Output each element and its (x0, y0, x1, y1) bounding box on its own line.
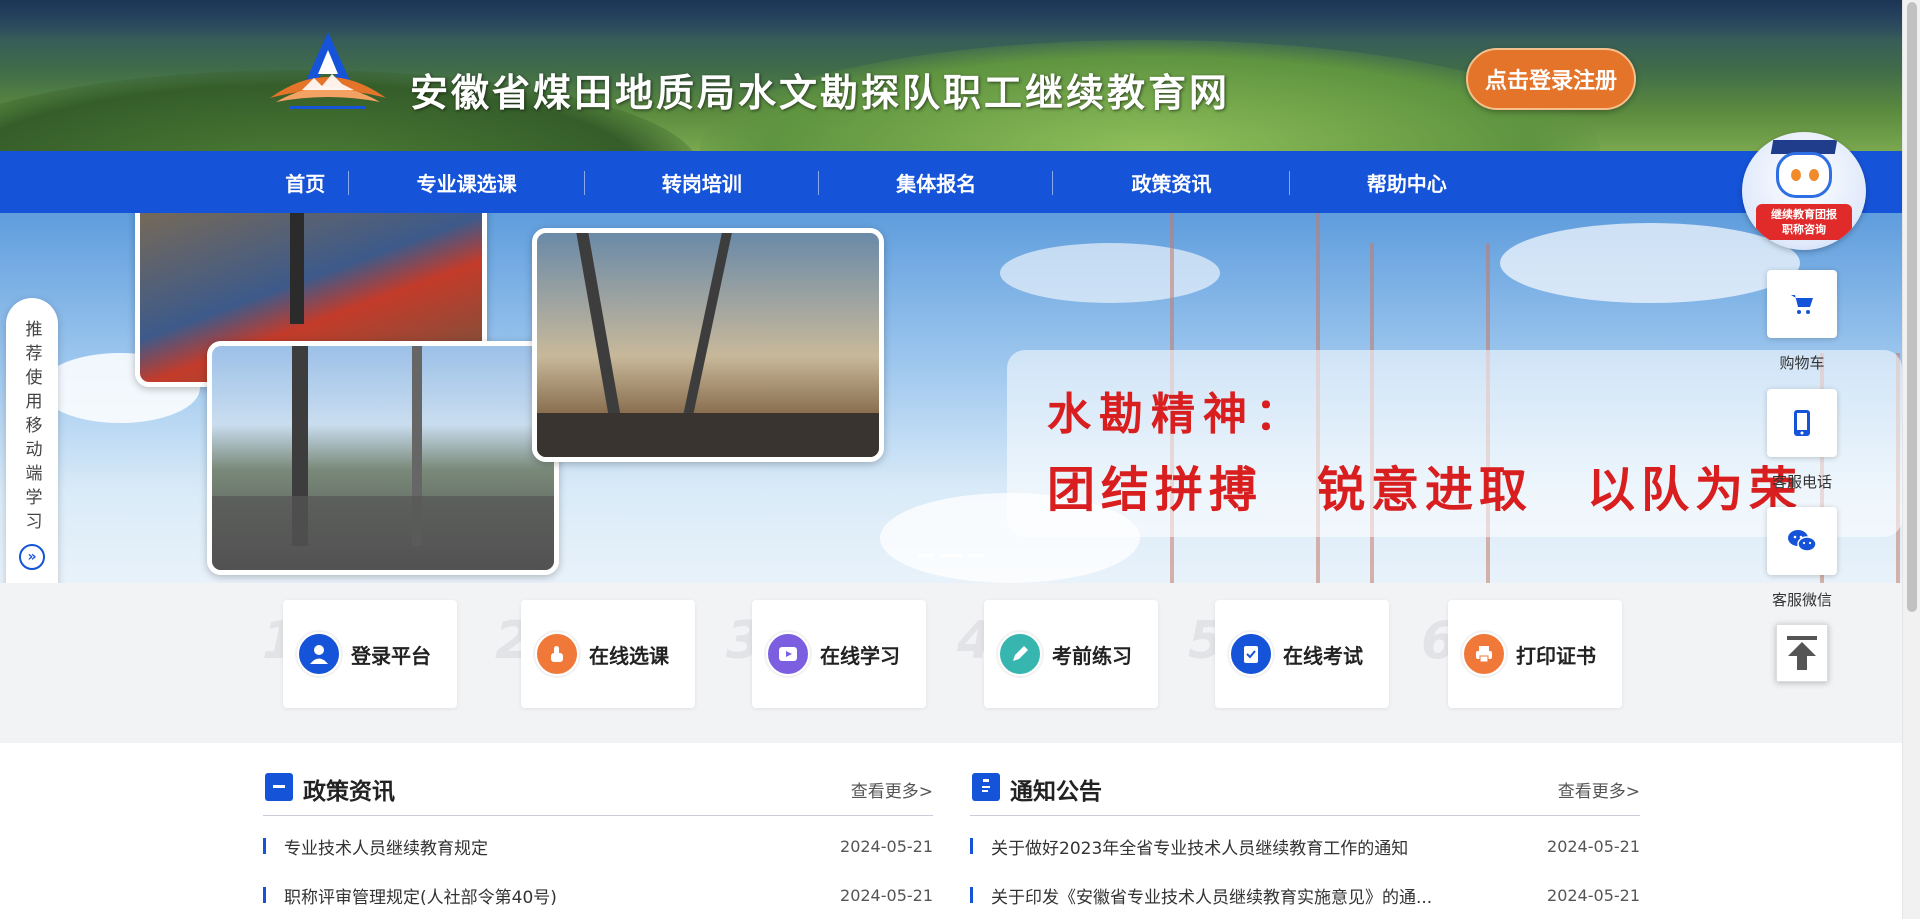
nav-item-home[interactable]: 首页 (262, 151, 349, 213)
slogan-title: 水勘精神： (1047, 389, 1307, 440)
news-item-title[interactable]: 职称评审管理规定(人社部令第40号) (284, 883, 840, 908)
phone-label[interactable]: 客服电话 (1747, 471, 1857, 492)
wechat-icon (1788, 530, 1817, 552)
step-pre-exam-practice[interactable]: 考前练习 (984, 600, 1158, 708)
user-icon (297, 632, 341, 676)
notice-title: 通知公告 (1010, 779, 1102, 805)
step-online-exam[interactable]: 在线考试 (1215, 600, 1389, 708)
news-item-title[interactable]: 关于印发《安徽省专业技术人员继续教育实施意见》的通... (991, 883, 1547, 908)
step-label: 在线学习 (820, 643, 900, 668)
carousel-dot[interactable] (968, 554, 984, 557)
mobile-phone-icon (1794, 410, 1810, 436)
news-item[interactable]: 职称评审管理规定(人社部令第40号) 2024-05-21 (263, 880, 933, 910)
nav-item-course-selection[interactable]: 专业课选课 (349, 151, 585, 213)
wechat-button[interactable] (1767, 507, 1837, 575)
nav-item-help-center[interactable]: 帮助中心 (1290, 151, 1524, 213)
step-label: 登录平台 (351, 643, 431, 668)
step-label: 在线考试 (1283, 643, 1363, 668)
shopping-cart-icon (1791, 295, 1813, 314)
news-item[interactable]: 关于做好2023年全省专业技术人员继续教育工作的通知 2024-05-21 (970, 831, 1640, 861)
site-header: 安徽省煤田地质局水文勘探队职工继续教育网 点击登录注册 (0, 0, 1902, 151)
scrollbar-thumb[interactable] (1907, 2, 1917, 612)
news-item[interactable]: 专业技术人员继续教育规定 2024-05-21 (263, 831, 933, 861)
notice-header: 通知公告 查看更多> (970, 771, 1640, 816)
pointer-hand-icon (535, 632, 579, 676)
news-item[interactable]: 关于印发《安徽省专业技术人员继续教育实施意见》的通... 2024-05-21 (970, 880, 1640, 910)
news-item-date: 2024-05-21 (1547, 885, 1640, 905)
policy-news-title: 政策资讯 (303, 779, 395, 805)
site-title: 安徽省煤田地质局水文勘探队职工继续教育网 (410, 70, 1231, 115)
consult-robot-avatar[interactable]: 继续教育团报 职称咨询 (1742, 132, 1866, 250)
carousel-indicators (918, 554, 984, 557)
slogan-text: 团结拼搏 锐意进取 以队为荣 (1047, 462, 1804, 518)
bullet-bar (970, 838, 973, 854)
video-play-icon (766, 632, 810, 676)
checklist-icon (1229, 632, 1273, 676)
step-label: 考前练习 (1052, 643, 1132, 668)
policy-news-header: 政策资讯 查看更多> (263, 771, 933, 816)
bullet-bar (263, 887, 266, 903)
news-item-title[interactable]: 关于做好2023年全省专业技术人员继续教育工作的通知 (991, 834, 1547, 859)
step-label: 在线选课 (589, 643, 669, 668)
double-chevron-right-icon[interactable]: » (19, 544, 45, 570)
clipboard-icon (972, 773, 1000, 801)
step-online-course-selection[interactable]: 在线选课 (521, 600, 695, 708)
mobile-learning-hint[interactable]: 推荐使用移动端学习 » (6, 298, 58, 618)
news-item-date: 2024-05-21 (1547, 836, 1640, 856)
bullet-bar (970, 887, 973, 903)
learning-steps: 1 登录平台 2 在线选课 3 在线学习 4 考前练习 5 在线考试 6 打印证… (0, 583, 1902, 743)
carousel-dot[interactable] (918, 554, 934, 557)
robot-head-icon (1776, 152, 1832, 198)
news-item-title[interactable]: 专业技术人员继续教育规定 (284, 834, 840, 859)
step-label: 打印证书 (1516, 643, 1596, 668)
mobile-hint-text: 推荐使用移动端学习 (21, 320, 42, 536)
pencil-icon (998, 632, 1042, 676)
page-scrollbar[interactable] (1902, 0, 1920, 919)
arrow-up-to-top-icon (1787, 636, 1817, 670)
news-section: 政策资讯 查看更多> 专业技术人员继续教育规定 2024-05-21 职称评审管… (0, 743, 1902, 919)
banner-photo-rig (532, 228, 884, 462)
nav-item-group-signup[interactable]: 集体报名 (819, 151, 1054, 213)
carousel-dot-active[interactable] (940, 554, 962, 557)
phone-button[interactable] (1767, 389, 1837, 457)
banner-photo-drilling (207, 341, 559, 575)
nav-item-policy-news[interactable]: 政策资讯 (1053, 151, 1290, 213)
news-item-date: 2024-05-21 (840, 836, 933, 856)
news-item-date: 2024-05-21 (840, 885, 933, 905)
cart-button[interactable] (1767, 270, 1837, 338)
cart-label[interactable]: 购物车 (1747, 352, 1857, 373)
nav-item-transfer-training[interactable]: 转岗培训 (585, 151, 820, 213)
hero-banner[interactable]: 水勘精神： 团结拼搏 锐意进取 以队为荣 (0, 213, 1902, 583)
step-print-certificate[interactable]: 打印证书 (1448, 600, 1622, 708)
notice-more-link[interactable]: 查看更多> (1558, 777, 1640, 802)
robot-tag-text: 继续教育团报 职称咨询 (1771, 208, 1837, 236)
back-to-top-button[interactable] (1776, 624, 1828, 682)
bullet-bar (263, 838, 266, 854)
wechat-label[interactable]: 客服微信 (1747, 589, 1857, 610)
step-online-learning[interactable]: 在线学习 (752, 600, 926, 708)
cloud (1500, 223, 1800, 303)
chat-bubble-icon (265, 773, 293, 801)
site-logo[interactable] (262, 28, 394, 113)
robot-consult-tag: 继续教育团报 职称咨询 (1756, 204, 1852, 240)
login-register-button[interactable]: 点击登录注册 (1466, 48, 1636, 110)
step-login-platform[interactable]: 登录平台 (283, 600, 457, 708)
policy-news-more-link[interactable]: 查看更多> (851, 777, 933, 802)
printer-icon (1462, 632, 1506, 676)
main-nav: 首页 专业课选课 转岗培训 集体报名 政策资讯 帮助中心 (0, 151, 1902, 213)
